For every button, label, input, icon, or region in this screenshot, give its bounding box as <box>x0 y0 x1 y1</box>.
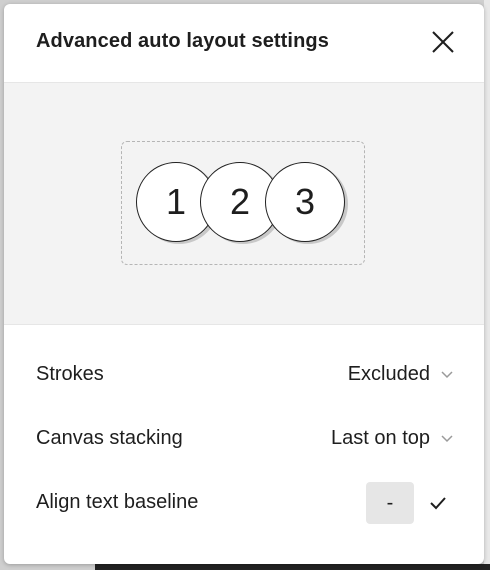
chevron-down-icon <box>441 435 453 443</box>
close-icon <box>432 31 454 53</box>
canvas-stacking-value: Last on top <box>331 426 430 449</box>
canvas-stacking-label: Canvas stacking <box>36 427 183 449</box>
background-edge <box>484 0 490 570</box>
checkmark-icon <box>430 497 446 510</box>
align-text-baseline-row: Align text baseline - <box>4 482 484 524</box>
align-baseline-off-button[interactable]: - <box>366 482 414 524</box>
strokes-row: Strokes Excluded <box>4 354 484 394</box>
strokes-label: Strokes <box>36 363 104 385</box>
canvas-stacking-dropdown[interactable]: Last on top <box>331 422 454 454</box>
strokes-dropdown[interactable]: Excluded <box>348 358 454 390</box>
canvas-stacking-row: Canvas stacking Last on top <box>4 418 484 458</box>
dialog-title: Advanced auto layout settings <box>36 30 329 52</box>
align-text-baseline-label: Align text baseline <box>36 491 199 513</box>
preview-item-3: 3 <box>265 162 345 242</box>
dialog-header: Advanced auto layout settings <box>4 4 484 83</box>
align-baseline-on-button[interactable] <box>418 482 458 524</box>
background-canvas-edge <box>95 564 490 570</box>
close-button[interactable] <box>428 28 458 58</box>
chevron-down-icon <box>441 371 453 379</box>
advanced-auto-layout-dialog: Advanced auto layout settings 1 2 3 Stro… <box>4 4 484 564</box>
strokes-value: Excluded <box>347 362 430 385</box>
